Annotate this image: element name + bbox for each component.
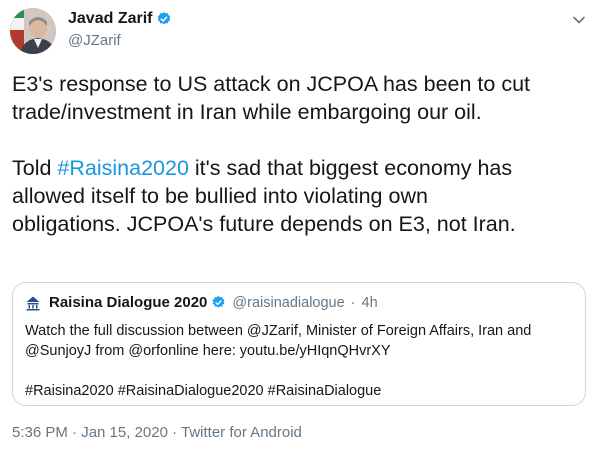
source-link[interactable]: Twitter for Android (181, 424, 302, 441)
quoted-tweet-text: Watch the full discussion between @JZari… (25, 321, 575, 401)
separator-dot: · (167, 424, 181, 441)
tweet-line: E3's response to US attack on JCPOA has … (12, 72, 531, 96)
quoted-display-name: Raisina Dialogue 2020 (49, 294, 208, 311)
verified-badge-icon (158, 12, 171, 25)
tweet-text: E3's response to US attack on JCPOA has … (12, 70, 592, 238)
tweet-line: allowed itself to be bullied into violat… (12, 184, 428, 208)
raisina-logo-icon (26, 296, 40, 310)
quoted-time: 4h (361, 294, 378, 311)
author-name-row[interactable]: Javad Zarif (68, 10, 172, 28)
hashtag-link[interactable]: #Raisina2020 (57, 156, 189, 180)
tweet-text-segment: Told (12, 156, 58, 180)
avatar[interactable] (10, 8, 56, 54)
tweet-line: obligations. JCPOA's future depends on E… (12, 212, 516, 236)
author-handle[interactable]: @JZarif (68, 32, 121, 49)
tweet-card: Javad Zarif @JZarif E3's response to US … (0, 0, 600, 450)
tweet-text-segment: it's sad that biggest economy has (188, 156, 513, 180)
verified-badge-icon (212, 295, 225, 308)
timestamp-link[interactable]: 5:36 PM · Jan 15, 2020 (12, 424, 168, 441)
profile-photo-icon (10, 8, 56, 54)
quoted-line: Watch the full discussion between @JZari… (25, 323, 532, 339)
separator-dot: · (350, 294, 356, 311)
tweet-line: Told #Raisina2020 it's sad that biggest … (12, 154, 592, 182)
quoted-hashtags: #Raisina2020 #RaisinaDialogue2020 #Raisi… (25, 383, 382, 399)
quoted-line: @SunjoyJ from @orfonline here: youtu.be/… (25, 343, 391, 359)
tweet-meta: 5:36 PM · Jan 15, 2020 · Twitter for And… (12, 424, 302, 441)
chevron-down-icon[interactable] (571, 12, 587, 28)
tweet-line: trade/investment in Iran while embargoin… (12, 100, 482, 124)
display-name[interactable]: Javad Zarif (68, 10, 152, 28)
quoted-tweet-header: Raisina Dialogue 2020 @raisinadialogue ·… (25, 294, 378, 311)
quoted-handle: @raisinadialogue (232, 294, 345, 311)
quoted-tweet[interactable]: Raisina Dialogue 2020 @raisinadialogue ·… (12, 282, 586, 406)
